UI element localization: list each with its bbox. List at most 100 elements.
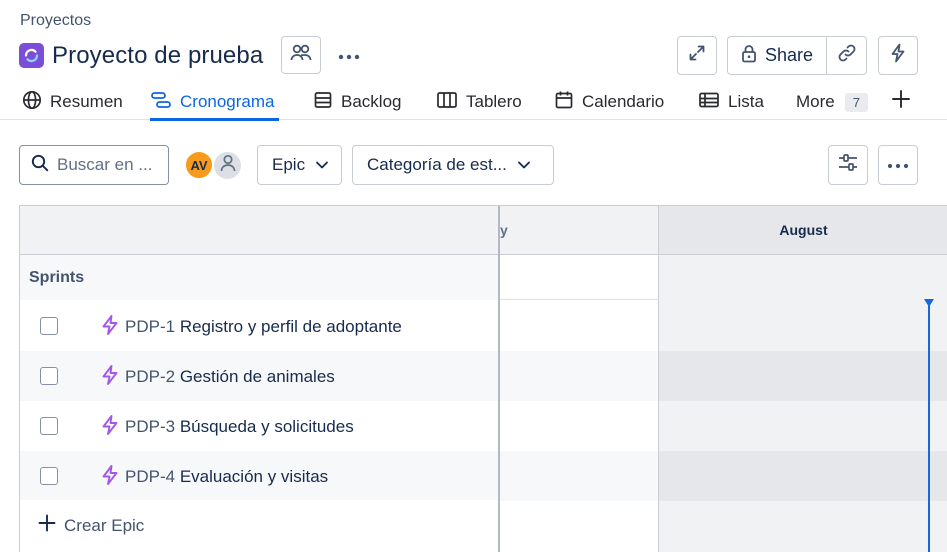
epic-lightning-icon <box>99 364 121 386</box>
status-category-filter-label: Categoría de est... <box>367 155 507 174</box>
tab-backlog[interactable]: Backlog <box>313 84 401 120</box>
row-checkbox[interactable] <box>40 417 58 435</box>
breadcrumb[interactable]: Proyectos <box>20 12 91 30</box>
add-tab-button[interactable] <box>888 88 914 114</box>
project-icon <box>19 43 44 68</box>
table-row[interactable]: PDP-2 Gestión de animales <box>20 351 947 401</box>
tab-label: Resumen <box>50 92 123 111</box>
more-horizontal-icon <box>887 156 909 174</box>
issue-summary: Búsqueda y solicitudes <box>179 417 354 436</box>
sprints-label-cell: Sprints <box>20 255 499 300</box>
user-icon <box>219 153 237 178</box>
copy-link-button[interactable] <box>827 36 867 75</box>
issue-key: PDP-4 <box>125 467 176 486</box>
globe-icon <box>22 90 42 115</box>
avatar[interactable]: AV <box>184 150 214 180</box>
tab-cronograma[interactable]: Cronograma <box>150 84 279 121</box>
epic-filter-dropdown[interactable]: Epic <box>257 145 342 185</box>
plus-icon <box>38 514 56 537</box>
create-epic-button[interactable]: Crear Epic <box>38 514 144 537</box>
tab-tablero[interactable]: Tablero <box>436 84 522 120</box>
tab-calendario[interactable]: Calendario <box>554 84 664 120</box>
timeline-cell[interactable] <box>500 301 658 351</box>
epic-filter-label: Epic <box>272 155 306 174</box>
today-marker <box>924 299 934 307</box>
list-icon <box>698 90 720 115</box>
timeline-cell[interactable] <box>659 301 947 351</box>
tab-label: More <box>796 92 835 111</box>
timeline-icon <box>150 90 172 115</box>
tab-label: Calendario <box>582 92 665 111</box>
timeline-cell[interactable] <box>659 351 947 401</box>
timeline-cell[interactable] <box>500 401 658 451</box>
share-button[interactable]: Share <box>727 36 827 75</box>
backlog-icon <box>313 90 333 115</box>
project-more-button[interactable] <box>334 42 364 70</box>
timeline-cell[interactable] <box>659 401 947 451</box>
epic-lightning-icon <box>99 414 121 436</box>
issue-key: PDP-1 <box>125 317 176 336</box>
search-input[interactable] <box>57 155 167 175</box>
issue-key: PDP-3 <box>125 417 176 436</box>
today-line <box>928 301 930 552</box>
epic-title[interactable]: PDP-3 Búsqueda y solicitudes <box>125 417 354 437</box>
automation-button[interactable] <box>878 36 918 75</box>
timeline-cell[interactable] <box>500 451 658 501</box>
team-button[interactable] <box>281 36 321 74</box>
more-actions-button[interactable] <box>878 145 918 185</box>
epic-row-label[interactable]: PDP-1 Registro y perfil de adoptante <box>20 301 499 351</box>
column-divider[interactable] <box>498 206 500 552</box>
sprints-row: Sprints <box>20 255 947 300</box>
issue-summary: Gestión de animales <box>179 367 335 386</box>
timeline-cell[interactable] <box>659 451 947 501</box>
search-field[interactable] <box>19 145 169 185</box>
tab-more[interactable]: More 7 <box>796 84 868 120</box>
month-header-august: August <box>658 206 947 255</box>
epic-row-label[interactable]: PDP-2 Gestión de animales <box>20 351 499 401</box>
project-title: Proyecto de prueba <box>52 42 264 69</box>
epic-title[interactable]: PDP-1 Registro y perfil de adoptante <box>125 317 402 337</box>
expand-button[interactable] <box>677 36 717 75</box>
calendar-icon <box>554 90 574 115</box>
epic-row-label[interactable]: PDP-4 Evaluación y visitas <box>20 451 499 501</box>
row-checkbox[interactable] <box>40 467 58 485</box>
epic-row-label[interactable]: PDP-3 Búsqueda y solicitudes <box>20 401 499 451</box>
more-horizontal-icon <box>338 47 360 65</box>
table-row[interactable]: PDP-4 Evaluación y visitas <box>20 451 947 501</box>
expand-icon <box>688 44 706 67</box>
people-icon <box>290 43 312 68</box>
tab-resumen[interactable]: Resumen <box>22 84 123 120</box>
unassigned-avatar[interactable] <box>212 150 243 181</box>
sprints-label: Sprints <box>29 269 85 286</box>
table-row[interactable]: PDP-3 Búsqueda y solicitudes <box>20 401 947 451</box>
chevron-down-icon <box>517 155 531 175</box>
tab-lista[interactable]: Lista <box>698 84 764 120</box>
timeline-cell[interactable] <box>500 351 658 401</box>
table-row[interactable]: PDP-1 Registro y perfil de adoptante <box>20 301 947 351</box>
lightning-icon <box>890 43 906 68</box>
board-icon <box>436 90 458 115</box>
create-epic-label: Crear Epic <box>64 515 145 535</box>
sprints-august-cell <box>659 255 947 300</box>
epic-title[interactable]: PDP-4 Evaluación y visitas <box>125 467 328 487</box>
share-label: Share <box>764 45 814 65</box>
row-checkbox[interactable] <box>40 367 58 385</box>
epic-lightning-icon <box>99 464 121 486</box>
status-category-filter-dropdown[interactable]: Categoría de est... <box>352 145 554 185</box>
tab-label: Tablero <box>466 92 522 111</box>
sliders-icon <box>837 153 859 178</box>
issue-summary: Evaluación y visitas <box>179 467 329 486</box>
view-settings-button[interactable] <box>828 145 868 185</box>
lock-icon <box>741 44 757 68</box>
month-header-prev: y <box>499 206 658 255</box>
tab-label: Lista <box>728 92 764 111</box>
row-checkbox[interactable] <box>40 317 58 335</box>
issue-key: PDP-2 <box>125 367 176 386</box>
plus-icon <box>891 89 911 114</box>
epic-title[interactable]: PDP-2 Gestión de animales <box>125 367 335 387</box>
tab-label: Cronograma <box>180 92 275 111</box>
link-icon <box>837 43 857 68</box>
epics-column-header <box>20 206 499 255</box>
timeline-grid: y August Sprints PDP-1 Registro y perfil… <box>19 205 947 552</box>
epic-lightning-icon <box>99 314 121 336</box>
